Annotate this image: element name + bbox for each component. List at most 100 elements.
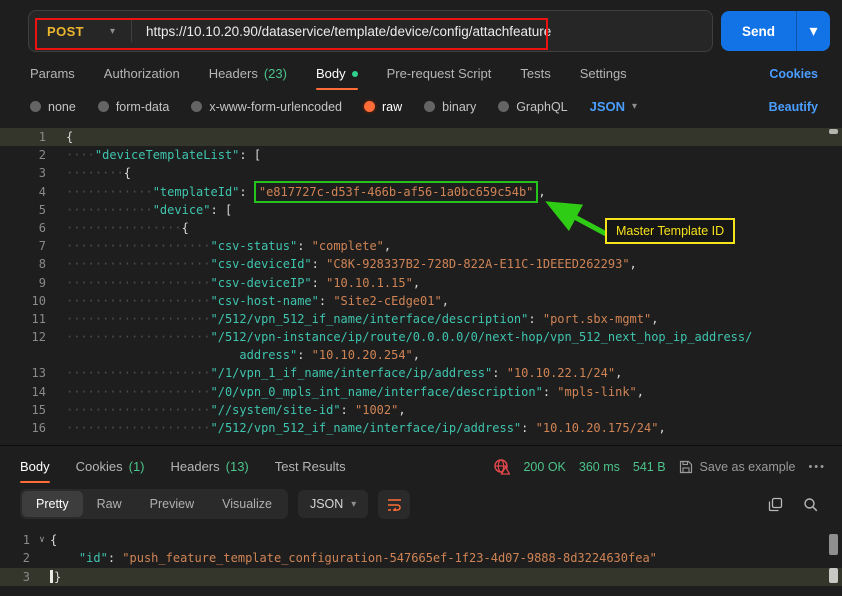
json-punctuation: , [630,255,637,273]
response-tab-headers[interactable]: Headers(13) [171,459,249,474]
code-line[interactable]: 12····················"/512/vpn-instance… [0,328,842,346]
copy-response-button[interactable] [768,497,783,512]
line-number: 12 [14,328,46,346]
tab-settings[interactable]: Settings [580,66,627,81]
scrollbar-thumb[interactable] [829,534,838,555]
json-key: "device" [153,201,211,219]
view-preview[interactable]: Preview [136,491,208,517]
code-line[interactable]: 13····················"/1/vpn_1_if_name/… [0,364,842,382]
json-key: "/0/vpn_0_mpls_int_name/interface/descri… [211,383,543,401]
tab-params[interactable]: Params [30,66,75,81]
template-id-value-highlighted: "e817727c-d53f-466b-af56-1a0bc659c54b" [254,181,539,203]
code-line[interactable]: 15····················"//system/site-id"… [0,401,842,419]
json-punctuation: , [398,401,405,419]
ssl-warning-globe-icon[interactable] [493,458,510,475]
response-view-switcher: PrettyRawPreviewVisualize [20,489,288,519]
indent-whitespace-dots: ············ [66,183,153,201]
view-visualize[interactable]: Visualize [208,491,286,517]
scrollbar-thumb[interactable] [829,129,838,134]
cookies-link[interactable]: Cookies [769,67,818,81]
json-string-value: "10.10.20.175/24" [536,419,659,437]
response-language-dropdown[interactable]: JSON ▾ [298,490,368,518]
beautify-link[interactable]: Beautify [769,100,818,114]
wrap-lines-button[interactable] [378,490,410,519]
tab-count: (1) [129,459,145,474]
code-line[interactable]: 4············"templateId": "e817727c-d53… [0,183,842,201]
editor-scrollbar[interactable] [828,128,838,437]
json-string-value: "10.10.22.1/24" [507,364,615,382]
json-punctuation: , [651,310,658,328]
code-line[interactable]: 2 "id": "push_feature_template_configura… [0,549,842,567]
line-number: 9 [14,274,46,292]
send-button[interactable]: Send [721,11,796,51]
code-line[interactable]: 10····················"csv-host-name": "… [0,292,842,310]
code-line[interactable]: address": "10.10.20.254", [0,346,842,364]
search-response-button[interactable] [803,497,818,512]
response-time[interactable]: 360 ms [579,460,620,474]
body-type-raw[interactable]: raw [364,100,402,114]
save-as-example-button[interactable]: Save as example [679,460,796,474]
response-tab-cookies[interactable]: Cookies(1) [76,459,145,474]
send-options-chevron-icon[interactable]: ▾ [797,11,830,51]
json-punctuation: { [124,164,131,182]
request-tabs: Params Authorization Headers(23) Body Pre-re… [0,60,842,91]
code-line[interactable]: 16····················"/512/vpn_512_if_n… [0,419,842,437]
code-line[interactable]: 5············"device": [ [0,201,842,219]
indent-whitespace-dots: ···················· [66,364,211,382]
line-number: 3 [14,164,46,182]
more-options-button[interactable]: ••• [808,461,826,473]
code-line[interactable]: 9····················"csv-deviceIP": "10… [0,274,842,292]
json-punctuation: : [492,364,506,382]
json-punctuation: : [341,401,355,419]
request-language-dropdown[interactable]: JSON▾ [590,99,637,114]
body-type-form-data[interactable]: form-data [98,100,170,114]
view-pretty[interactable]: Pretty [22,491,83,517]
tab-body[interactable]: Body [316,66,358,81]
line-number: 6 [14,219,46,237]
json-string-value: "1002" [355,401,398,419]
code-line[interactable]: 8····················"csv-deviceId": "C8… [0,255,842,273]
indent-whitespace-dots: ············ [66,201,153,219]
fold-chevron-icon[interactable]: ∨ [34,531,50,549]
code-line[interactable]: 11····················"/512/vpn_512_if_n… [0,310,842,328]
tab-authorization[interactable]: Authorization [104,66,180,81]
tab-label: Params [30,66,75,81]
json-punctuation: , [413,274,420,292]
body-type-x-www-form-urlencoded[interactable]: x-www-form-urlencoded [191,100,342,114]
response-scrollbar[interactable] [828,531,838,586]
json-string-value: "complete" [312,237,384,255]
json-key: "csv-deviceId" [211,255,312,273]
status-code[interactable]: 200 OK [523,460,565,474]
tab-pre-request-script[interactable]: Pre-request Script [387,66,492,81]
method-dropdown[interactable]: POST ▾ [29,24,131,39]
url-input[interactable]: https://10.10.20.90/dataservice/template… [132,24,551,39]
line-number: 2 [10,549,30,567]
response-tab-body[interactable]: Body [20,459,50,474]
indent-whitespace-dots: ···················· [66,274,211,292]
code-line[interactable]: 14····················"/0/vpn_0_mpls_int… [0,383,842,401]
tab-tests[interactable]: Tests [520,66,550,81]
tab-headers[interactable]: Headers(23) [209,66,287,81]
indent-whitespace-dots: ················ [66,219,182,237]
view-raw[interactable]: Raw [83,491,136,517]
code-line[interactable]: 3} [0,568,842,586]
code-line[interactable]: 1∨{ [0,531,842,549]
json-key: "id" [79,549,108,567]
radio-label: GraphQL [516,100,567,114]
body-type-binary[interactable]: binary [424,100,476,114]
json-key: "templateId" [153,183,240,201]
json-punctuation: { [182,219,189,237]
code-line[interactable]: 2····"deviceTemplateList": [ [0,146,842,164]
master-template-id-callout: Master Template ID [605,218,735,244]
response-size[interactable]: 541 B [633,460,666,474]
line-number: 15 [14,401,46,419]
scrollbar-marker [829,568,838,583]
code-line[interactable]: 1{ [0,128,842,146]
indent-whitespace [50,549,79,567]
response-tab-test-results[interactable]: Test Results [275,459,346,474]
response-body-editor[interactable]: 1∨{2 "id": "push_feature_template_config… [0,531,842,586]
body-type-none[interactable]: none [30,100,76,114]
json-punctuation: : [108,549,122,567]
body-type-graphql[interactable]: GraphQL [498,100,567,114]
request-body-editor[interactable]: 1{2····"deviceTemplateList": [3········{… [0,128,842,437]
